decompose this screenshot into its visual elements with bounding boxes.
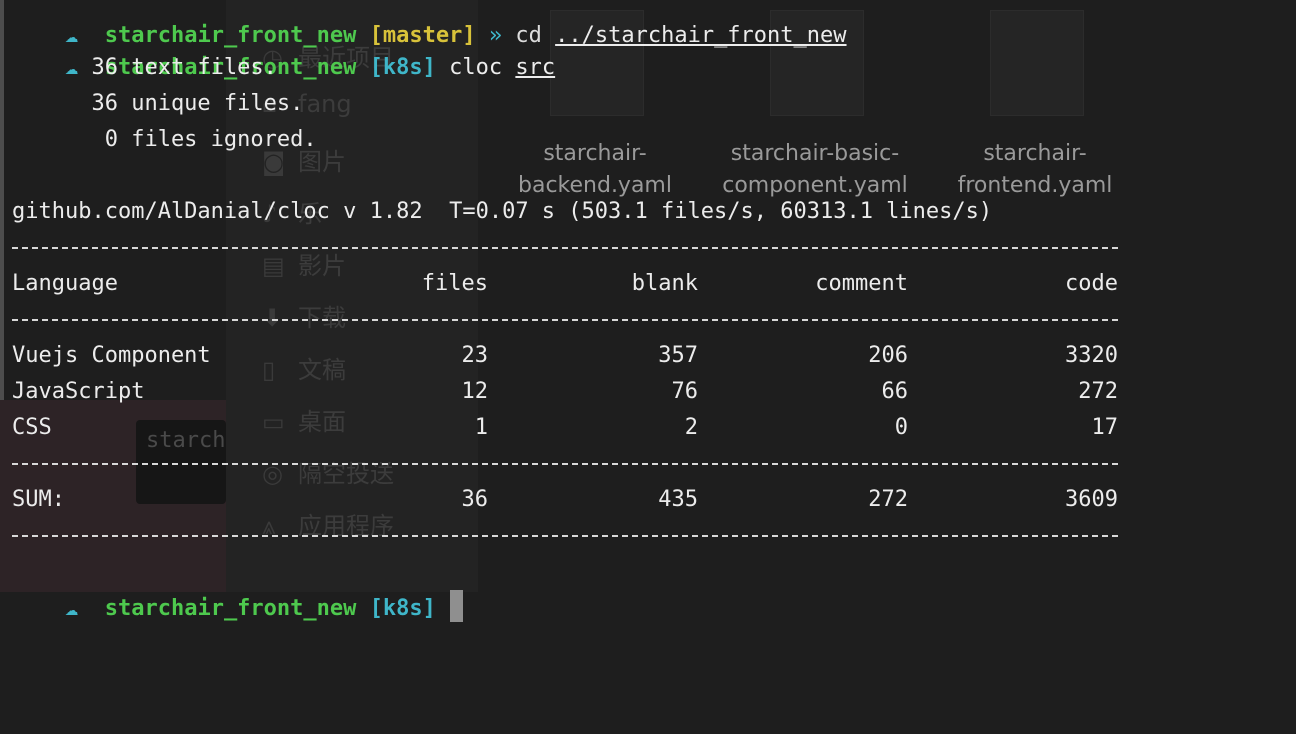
terminal-output[interactable]: ☁ starchair_front_new [master] » cd ../s… — [0, 0, 1296, 622]
text-cursor[interactable] — [449, 590, 463, 622]
cell-files: 12 — [461, 379, 489, 404]
cell-code: 17 — [1091, 415, 1119, 440]
cell-language: JavaScript — [12, 379, 145, 404]
cell-blank: 357 — [658, 343, 698, 368]
table-header-row: Language files blank comment code — [12, 266, 1118, 302]
summary-ignored-files: 0 files ignored. — [12, 127, 317, 152]
sum-files: 36 — [461, 487, 489, 512]
cell-comment: 206 — [868, 343, 908, 368]
sum-code: 3609 — [1065, 487, 1118, 512]
cell-language: Vuejs Component — [12, 343, 211, 368]
sum-comment: 272 — [868, 487, 908, 512]
cloc-stats-line: github.com/AlDanial/cloc v 1.82 T=0.07 s… — [12, 199, 993, 224]
summary-text-files: 36 text files. — [12, 55, 277, 80]
final-prompt-line[interactable]: ☁ starchair_front_new [k8s] — [12, 554, 463, 622]
prompt-cloud-icon: ☁ — [64, 596, 79, 621]
cell-blank: 2 — [684, 415, 698, 440]
table-divider — [12, 463, 1118, 465]
table-sum-row: SUM: 36 435 272 3609 — [12, 482, 1118, 518]
table-divider — [12, 247, 1118, 249]
sum-blank: 435 — [658, 487, 698, 512]
table-row: CSS 1 2 0 17 — [12, 410, 1118, 446]
table-row: Vuejs Component 23 357 206 3320 — [12, 338, 1118, 374]
header-language: Language — [12, 271, 118, 296]
cell-code: 3320 — [1065, 343, 1118, 368]
table-row: JavaScript 12 76 66 272 — [12, 374, 1118, 410]
cell-comment: 66 — [881, 379, 909, 404]
cell-files: 23 — [461, 343, 489, 368]
header-blank: blank — [631, 271, 698, 296]
summary-unique-files: 36 unique files. — [12, 91, 304, 116]
header-code: code — [1065, 271, 1118, 296]
sum-label: SUM: — [12, 487, 65, 512]
table-divider — [12, 535, 1118, 537]
cell-language: CSS — [12, 415, 52, 440]
table-divider — [12, 319, 1118, 321]
header-comment: comment — [815, 271, 908, 296]
header-files: files — [421, 271, 488, 296]
cell-comment: 0 — [894, 415, 908, 440]
cell-code: 272 — [1078, 379, 1118, 404]
cell-files: 1 — [474, 415, 488, 440]
cell-blank: 76 — [671, 379, 699, 404]
command-prompt-line: ☁ starchair_front_new [k8s] cloc src — [64, 55, 556, 80]
